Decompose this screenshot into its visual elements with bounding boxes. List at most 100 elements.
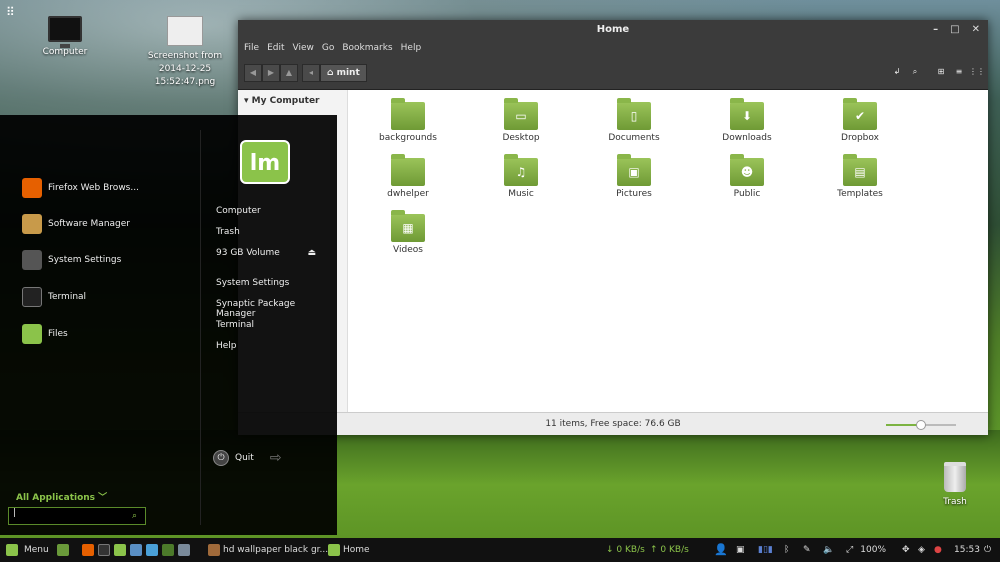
folder-dropbox[interactable]: ✔ Dropbox: [820, 98, 900, 143]
place-trash[interactable]: Trash: [216, 227, 240, 237]
menu-view[interactable]: View: [293, 40, 314, 56]
clock[interactable]: 15:53: [954, 538, 980, 562]
zoom-slider-handle[interactable]: [916, 420, 926, 430]
dropbox-folder-icon: ✔: [843, 98, 877, 130]
menu-button[interactable]: Menu: [6, 538, 49, 562]
mint-menu-icon: [6, 544, 18, 556]
capture-icon[interactable]: ▣: [736, 538, 745, 562]
folder-videos[interactable]: ▦ Videos: [368, 210, 448, 255]
image-thumbnail-icon: [167, 16, 203, 46]
weed-launcher-icon[interactable]: [162, 544, 174, 556]
synaptic-item[interactable]: Synaptic Package Manager: [216, 299, 337, 319]
path-left-icon[interactable]: ◂: [302, 64, 320, 82]
help-item[interactable]: Help: [216, 341, 237, 351]
firefox-icon: [22, 178, 42, 198]
folder-label: Public: [733, 189, 761, 199]
close-icon[interactable]: ✕: [972, 20, 980, 40]
menu-help[interactable]: Help: [401, 40, 422, 56]
folder-documents[interactable]: ▯ Documents: [594, 98, 674, 143]
volume-icon[interactable]: 🔈: [823, 538, 834, 562]
terminal-launcher-icon[interactable]: [98, 544, 110, 556]
app-launcher-icon[interactable]: [130, 544, 142, 556]
task-wallpaper[interactable]: hd wallpaper black gr...: [208, 538, 328, 562]
folder-public[interactable]: ☻ Public: [707, 154, 787, 199]
update-icon[interactable]: ●: [934, 538, 942, 562]
show-desktop-icon[interactable]: [57, 544, 69, 556]
folder-music[interactable]: ♫ Music: [481, 154, 561, 199]
sidebar-heading[interactable]: ▾ My Computer: [238, 90, 347, 106]
system-settings-item[interactable]: System Settings: [216, 278, 289, 288]
window-title: Home: [596, 24, 630, 35]
fav-firefox[interactable]: Firefox Web Brows...: [22, 178, 139, 198]
desktop-folder-icon: ▭: [504, 98, 538, 130]
menu-go[interactable]: Go: [322, 40, 334, 56]
maximize-icon[interactable]: □: [950, 20, 959, 40]
desktop-screenshot-file[interactable]: Screenshot from 2014-12-25 15:52:47.png: [140, 16, 230, 89]
folder-templates[interactable]: ▤ Templates: [820, 154, 900, 199]
search-icon[interactable]: ⌕: [132, 511, 137, 521]
desktop-icon-label: Trash: [943, 497, 967, 507]
list-view-icon[interactable]: ≡: [950, 64, 968, 82]
folder-desktop[interactable]: ▭ Desktop: [481, 98, 561, 143]
pen-icon[interactable]: ✎: [803, 538, 811, 562]
menu-bookmarks[interactable]: Bookmarks: [342, 40, 392, 56]
screenshot-launcher-icon[interactable]: [178, 544, 190, 556]
breadcrumb-home[interactable]: ⌂ mint: [320, 64, 367, 82]
shield-icon[interactable]: ◈: [918, 538, 925, 562]
chat-launcher-icon[interactable]: [146, 544, 158, 556]
zoom-slider[interactable]: [886, 420, 956, 430]
folder-downloads[interactable]: ⬇ Downloads: [707, 98, 787, 143]
battery-indicator[interactable]: 100%: [846, 538, 886, 562]
power-icon[interactable]: ⏻: [984, 538, 991, 562]
terminal-item[interactable]: Terminal: [216, 320, 254, 330]
fav-system-settings[interactable]: System Settings: [22, 250, 121, 270]
folder-label: Videos: [393, 245, 423, 255]
firefox-launcher-icon[interactable]: [82, 544, 94, 556]
desktop-trash-icon[interactable]: Trash: [910, 462, 1000, 509]
menu-search-input[interactable]: |: [8, 507, 146, 525]
folder-dwhelper[interactable]: dwhelper: [368, 154, 448, 199]
menubar: File Edit View Go Bookmarks Help: [238, 40, 988, 56]
compact-view-icon[interactable]: ⋮⋮: [968, 64, 986, 82]
task-home[interactable]: Home: [328, 538, 370, 562]
dropbox-icon[interactable]: ✥: [902, 538, 910, 562]
eject-icon[interactable]: ⏏: [307, 248, 316, 258]
folder-label: Desktop: [502, 133, 540, 143]
location-toggle-icon[interactable]: ↲: [888, 64, 906, 82]
place-volume[interactable]: 93 GB Volume ⏏: [216, 248, 316, 258]
bluetooth-icon[interactable]: ᛒ: [784, 538, 789, 562]
fav-software-manager[interactable]: Software Manager: [22, 214, 130, 234]
net-down: ↓ 0 KB/s: [606, 545, 645, 555]
status-text: 11 items, Free space: 76.6 GB: [545, 419, 681, 429]
menu-edit[interactable]: Edit: [267, 40, 284, 56]
folder-backgrounds[interactable]: backgrounds: [368, 98, 448, 143]
menu-file[interactable]: File: [244, 40, 259, 56]
place-computer[interactable]: Computer: [216, 206, 261, 216]
user-icon[interactable]: 👤: [714, 538, 728, 562]
settings-icon: [22, 250, 42, 270]
net-up: ↑ 0 KB/s: [650, 545, 689, 555]
folder-icon: [391, 98, 425, 130]
folder-pictures[interactable]: ▣ Pictures: [594, 154, 674, 199]
home-icon: ⌂: [327, 68, 334, 78]
keyboard-layout-icon[interactable]: ▮▯▮: [758, 538, 773, 562]
folder-label: Downloads: [722, 133, 772, 143]
window-titlebar[interactable]: Home – □ ✕: [238, 20, 988, 40]
back-icon[interactable]: ◀: [244, 64, 262, 82]
terminal-icon: [22, 287, 42, 307]
icon-view-icon[interactable]: ⊞: [932, 64, 950, 82]
folder-label: dwhelper: [387, 189, 429, 199]
quit-button[interactable]: ⏻ Quit ⇨: [213, 450, 282, 466]
all-applications-button[interactable]: All Applications ﹀: [16, 490, 107, 503]
desktop-computer-icon[interactable]: Computer: [20, 16, 110, 59]
fav-files[interactable]: Files: [22, 324, 68, 344]
forward-icon[interactable]: ▶: [262, 64, 280, 82]
up-icon[interactable]: ▲: [280, 64, 298, 82]
fav-terminal[interactable]: Terminal: [22, 287, 86, 307]
files-launcher-icon[interactable]: [114, 544, 126, 556]
arrow-right-icon: ⇨: [269, 450, 282, 466]
minimize-icon[interactable]: –: [933, 20, 938, 40]
downloads-folder-icon: ⬇: [730, 98, 764, 130]
search-icon[interactable]: ⌕: [906, 64, 924, 82]
apps-grid-icon[interactable]: ⠿: [6, 6, 20, 18]
